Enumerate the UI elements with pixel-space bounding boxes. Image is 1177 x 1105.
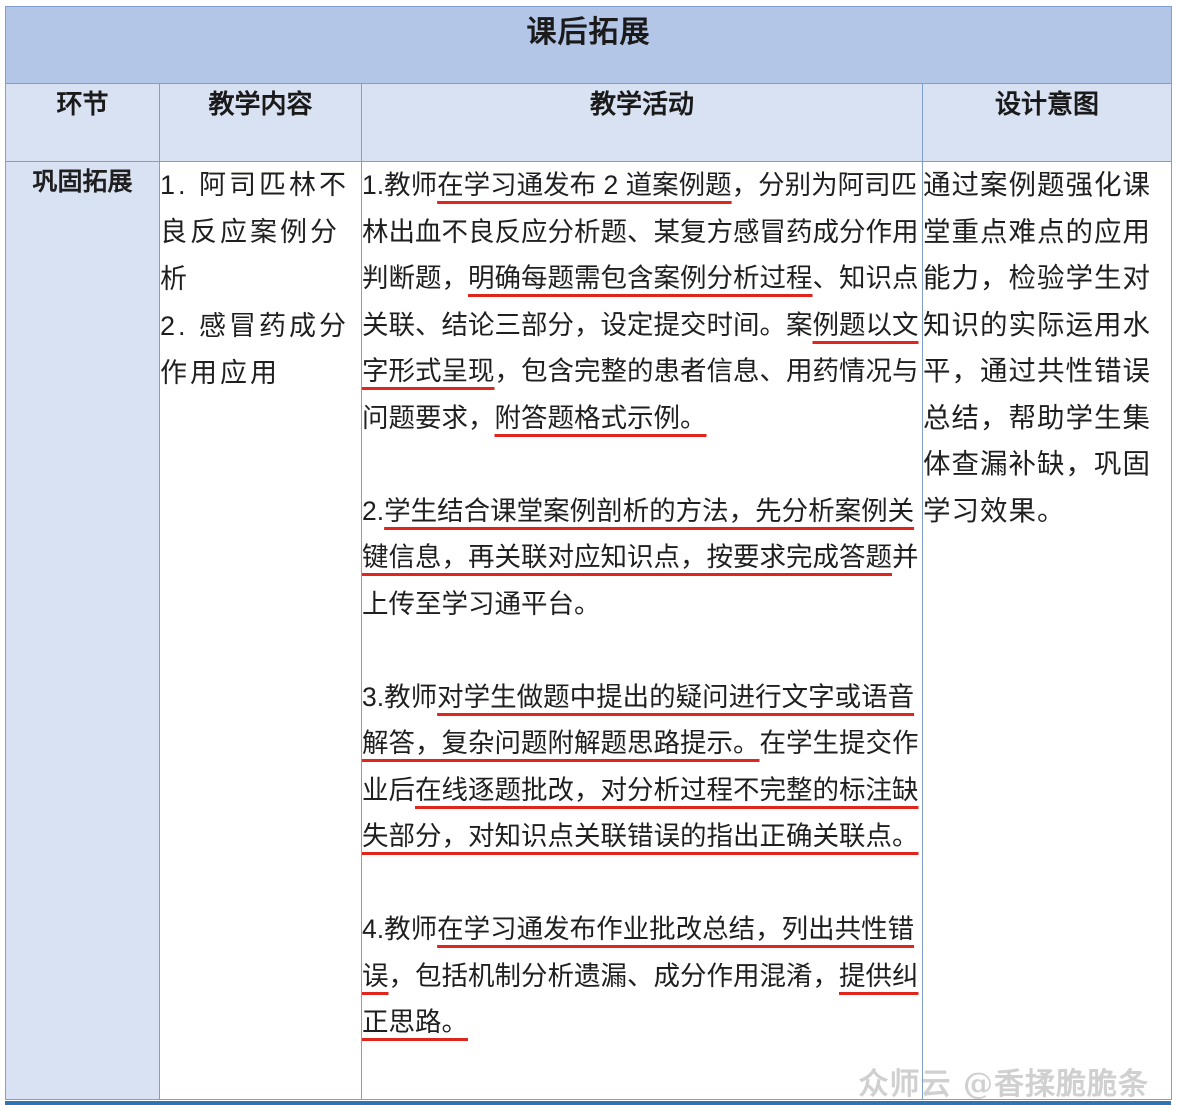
activity-text: 1.教师 [362,170,438,200]
content-line: 1. 阿司匹林不 [160,170,350,200]
underlined-text: 明确每题需包含案例分析过程 [468,263,813,293]
content-line: 良反应案例分 [160,217,340,247]
design-intent-cell: 通过案例题强化课堂重点难点的应用能力，检验学生对知识的实际运用水平，通过共性错误… [922,161,1172,1100]
underlined-text: 在学习通发布 2 道案例题 [437,170,732,200]
activity-paragraph-1: 1.教师在学习通发布 2 道案例题，分别为阿司匹林出血不良反应分析题、某复方感冒… [362,162,922,441]
content-line: 析 [160,264,190,294]
bottom-rule [5,1101,1171,1105]
activity-paragraph-2: 2.学生结合课堂案例剖析的方法，先分析案例关键信息，再关联对应知识点，按要求完成… [362,488,922,628]
underlined-text: 学生结合课堂案例剖析的方法，先分析案例关键信息，再关联对应知识点，按要求完成答题 [362,495,915,573]
underlined-text: 在线逐题批改，对分析过程不完整的标注缺失部分，对知识点关联错误的指出正确关联点。 [362,774,919,852]
header-stage: 环节 [5,83,160,162]
header-design-intent: 设计意图 [922,83,1172,162]
activity-cell: 1.教师在学习通发布 2 道案例题，分别为阿司匹林出血不良反应分析题、某复方感冒… [361,161,923,1100]
activity-paragraph-4: 4.教师在学习通发布作业批改总结，列出共性错误，包括机制分析遗漏、成分作用混淆，… [362,906,922,1046]
activity-text: ，包括机制分析遗漏、成分作用混淆， [388,960,840,991]
watermark: 众师云 @香揉脆脆条 [858,1067,1149,1102]
design-intent-text: 通过案例题强化课堂重点难点的应用能力，检验学生对知识的实际运用水平，通过共性错误… [923,169,1151,526]
activity-paragraph-3: 3.教师对学生做题中提出的疑问进行文字或语音解答，复杂问题附解题思路提示。在学生… [362,674,922,860]
header-content: 教学内容 [159,83,362,162]
lesson-plan-table: 课后拓展 环节 教学内容 教学活动 设计意图 巩固拓展 1. 阿司匹林不 良反应… [5,6,1172,1100]
table-title: 课后拓展 [5,6,1172,84]
content-line: 2. 感冒药成分 [160,311,350,341]
content-cell: 1. 阿司匹林不 良反应案例分 析 2. 感冒药成分 作用应用 [159,161,362,1100]
activity-text: 4.教师 [362,914,438,944]
header-activity: 教学活动 [361,83,923,162]
stage-cell: 巩固拓展 [5,161,160,1100]
content-line: 作用应用 [160,358,280,388]
underlined-text: 附答题格式示例。 [494,402,707,433]
activity-text: 3.教师 [362,681,438,712]
activity-text: 2. [362,495,385,526]
